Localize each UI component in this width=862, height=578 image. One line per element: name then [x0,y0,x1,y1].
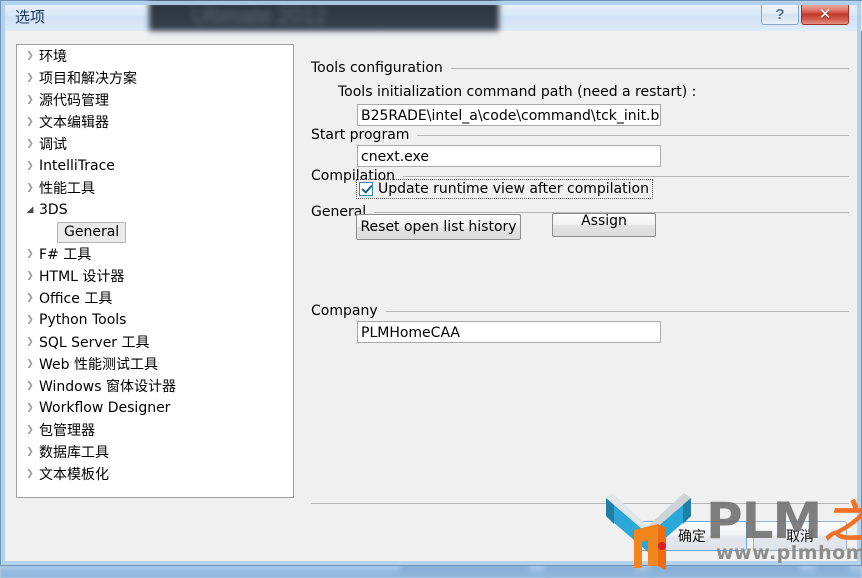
tree-item-label: 文本编辑器 [39,115,109,131]
group-start-program: Start program [311,127,849,143]
tree-item-5[interactable]: ❯ IntelliTrace [17,155,293,177]
tree-item-label: IntelliTrace [39,158,115,174]
tree-item-19[interactable]: ❯ 文本模板化 [17,463,293,485]
tree-item-11[interactable]: ❯ Office 工具 [17,287,293,309]
tree-item-16[interactable]: ❯ Workflow Designer [17,397,293,419]
group-divider [403,175,849,177]
group-title-start-program: Start program [311,127,410,143]
tree-item-label: 文本模板化 [39,467,109,483]
tree-item-3[interactable]: ❯ 文本编辑器 [17,111,293,133]
options-detail-pane: Tools configuration Tools initialization… [311,44,849,498]
tree-item-6[interactable]: ❯ 性能工具 [17,177,293,199]
tools-path-input[interactable]: B25RADE\intel_a\code\command\tck_init.ba… [357,104,661,126]
tree-item-label: 数据库工具 [39,445,109,461]
tree-item-label: General [57,221,127,243]
chevron-right-icon[interactable]: ❯ [21,441,39,463]
reset-open-list-history-button[interactable]: Reset open list history [356,214,521,240]
assign-button[interactable]: Assign [552,213,656,237]
checkbox-icon[interactable] [359,182,373,196]
tree-item-label: Web 性能测试工具 [39,357,158,373]
chevron-right-icon[interactable]: ❯ [21,331,39,353]
chevron-right-icon[interactable]: ❯ [21,287,39,309]
tree-item-15[interactable]: ❯ Windows 窗体设计器 [17,375,293,397]
start-program-input[interactable]: cnext.exe [357,145,661,167]
group-company: Company [311,303,849,319]
tree-item-label: Workflow Designer [39,400,171,416]
group-divider [450,67,849,69]
tree-item-label: SQL Server 工具 [39,335,150,351]
chevron-down-icon[interactable]: ◢ [21,199,39,221]
company-input[interactable]: PLMHomeCAA [357,321,661,343]
tree-item-label: 性能工具 [39,181,95,197]
chevron-right-icon[interactable]: ❯ [21,133,39,155]
tree-item-4[interactable]: ❯ 调试 [17,133,293,155]
chevron-right-icon[interactable]: ❯ [21,353,39,375]
tree-item-17[interactable]: ❯ 包管理器 [17,419,293,441]
tree-item-label: Windows 窗体设计器 [39,379,176,395]
chevron-right-icon[interactable]: ❯ [21,177,39,199]
group-title-company: Company [311,303,378,319]
tree-item-18[interactable]: ❯ 数据库工具 [17,441,293,463]
tree-item-14[interactable]: ❯ Web 性能测试工具 [17,353,293,375]
chevron-right-icon[interactable]: ❯ [21,243,39,265]
tree-item-label: 源代码管理 [39,93,109,109]
tree-item-2[interactable]: ❯ 源代码管理 [17,89,293,111]
dialog-titlebar[interactable]: Ultimate 2012 选项 ? ✕ [1,1,862,31]
tree-item-label: 调试 [39,137,67,153]
group-divider [385,310,849,312]
update-runtime-view-label: Update runtime view after compilation [378,181,649,197]
tree-item-label: 3DS [39,202,68,218]
assign-button-label: Assign [581,213,627,229]
tools-path-label: Tools initialization command path (need … [338,84,697,100]
chevron-right-icon[interactable]: ❯ [21,309,39,331]
update-runtime-view-checkbox-row[interactable]: Update runtime view after compilation [356,179,653,199]
tree-item-8[interactable]: General [17,221,293,243]
tree-item-0[interactable]: ❯ 环境 [17,45,293,67]
tree-item-label: Python Tools [39,312,127,328]
chevron-right-icon[interactable]: ❯ [21,375,39,397]
ok-button[interactable]: 确定 [637,521,747,551]
tree-item-1[interactable]: ❯ 项目和解决方案 [17,67,293,89]
group-title-tools-configuration: Tools configuration [311,60,443,76]
options-dialog: Ultimate 2012 选项 ? ✕ ❯ 环境 ❯ 项目和解决方案 ❯ 源代码管理 ❯ 文… [0,0,862,566]
tree-item-label: 项目和解决方案 [39,71,137,87]
tree-item-7[interactable]: ◢ 3DS [17,199,293,221]
chevron-right-icon[interactable]: ❯ [21,111,39,133]
chevron-right-icon[interactable]: ❯ [21,89,39,111]
help-button[interactable]: ? [761,3,799,25]
tree-item-12[interactable]: ❯ Python Tools [17,309,293,331]
dialog-title: 选项 [15,8,46,26]
chevron-right-icon[interactable]: ❯ [21,397,39,419]
cancel-button[interactable]: 取消 [753,521,847,551]
footer-divider [311,503,849,504]
options-category-tree[interactable]: ❯ 环境 ❯ 项目和解决方案 ❯ 源代码管理 ❯ 文本编辑器 ❯ 调试 ❯ IntelliTrace ❯… [16,44,294,498]
chevron-right-icon[interactable]: ❯ [21,463,39,485]
tree-item-label: Office 工具 [39,291,113,307]
tree-item-13[interactable]: ❯ SQL Server 工具 [17,331,293,353]
tree-item-label: 环境 [39,49,67,65]
background-window-title: Ultimate 2012 [191,3,327,28]
chevron-right-icon[interactable]: ❯ [21,155,39,177]
chevron-right-icon[interactable]: ❯ [21,67,39,89]
tree-item-label: HTML 设计器 [39,269,125,285]
group-tools-configuration: Tools configuration [311,60,849,76]
tree-item-label: F# 工具 [39,247,92,263]
chevron-right-icon[interactable]: ❯ [21,45,39,67]
chevron-right-icon[interactable]: ❯ [21,419,39,441]
tree-item-10[interactable]: ❯ HTML 设计器 [17,265,293,287]
close-button[interactable]: ✕ [801,3,849,25]
group-divider [417,134,849,136]
tree-item-label: 包管理器 [39,423,95,439]
tree-item-9[interactable]: ❯ F# 工具 [17,243,293,265]
chevron-right-icon[interactable]: ❯ [21,265,39,287]
